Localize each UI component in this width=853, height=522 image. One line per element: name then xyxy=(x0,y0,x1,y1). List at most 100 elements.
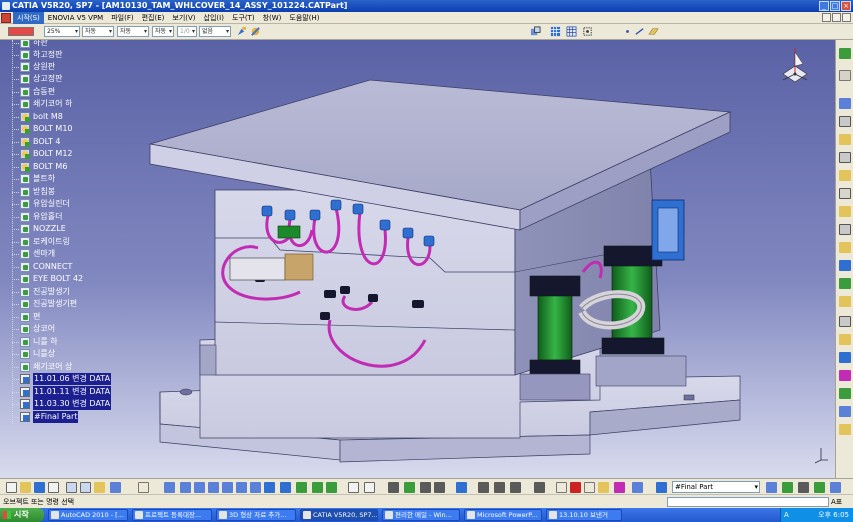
menu-window[interactable]: 창(W) xyxy=(259,12,286,24)
tree-item[interactable]: BOLT M6 xyxy=(12,161,152,173)
measure-icon[interactable] xyxy=(839,98,851,109)
ime-indicator[interactable]: A xyxy=(784,508,789,522)
shading-icon[interactable] xyxy=(296,482,307,493)
groove-icon[interactable] xyxy=(839,170,851,181)
start-button[interactable]: 시작 xyxy=(0,508,44,522)
rule-icon[interactable] xyxy=(570,482,581,493)
hide-show-icon[interactable] xyxy=(312,482,323,493)
table-icon[interactable] xyxy=(550,26,561,37)
fill-color-swatch[interactable] xyxy=(8,27,34,36)
boolean-icon[interactable] xyxy=(839,388,851,399)
measure-item-icon[interactable] xyxy=(494,482,505,493)
knowledge-icon[interactable] xyxy=(534,482,545,493)
line-weight-select[interactable]: 자동 xyxy=(82,26,114,37)
copy-icon[interactable] xyxy=(80,482,91,493)
chamfer-icon[interactable] xyxy=(839,260,851,271)
power-input-field[interactable] xyxy=(667,497,829,507)
tree-item[interactable]: 11.01.06 변경 DATA xyxy=(12,373,152,385)
menu-view[interactable]: 보기(V) xyxy=(168,12,199,24)
measure-inertia-icon[interactable] xyxy=(510,482,521,493)
tree-item[interactable]: 유압실린더 xyxy=(12,198,152,210)
multi-view-icon[interactable] xyxy=(264,482,275,493)
pocket-icon[interactable] xyxy=(839,134,851,145)
tree-item[interactable]: 편 xyxy=(12,311,152,323)
doc-minimize-button[interactable] xyxy=(822,13,831,22)
new-icon[interactable] xyxy=(6,482,17,493)
menu-edit[interactable]: 편집(E) xyxy=(138,12,169,24)
tree-item[interactable]: 니를상 xyxy=(12,348,152,360)
doc-restore-button[interactable] xyxy=(832,13,841,22)
tree-item[interactable]: 받침봉 xyxy=(12,186,152,198)
slot-icon[interactable] xyxy=(839,224,851,235)
menu-help[interactable]: 도움말(H) xyxy=(285,12,323,24)
tree-item[interactable]: 하판 xyxy=(12,40,152,49)
line-type-select[interactable]: 자동 xyxy=(117,26,149,37)
tree-item[interactable]: 진공발생기 xyxy=(12,286,152,298)
tree-item[interactable]: #Final Part xyxy=(12,411,152,423)
layer-value-select[interactable]: 1/0 xyxy=(177,26,197,37)
constraint-icon[interactable] xyxy=(420,482,431,493)
document-icon[interactable] xyxy=(1,13,11,23)
taskbar-item[interactable]: CATIA V5R20, SP7... xyxy=(300,509,378,521)
tree-item[interactable]: 하고정판 xyxy=(12,49,152,61)
tree-item[interactable]: BOLT M12 xyxy=(12,148,152,160)
tree-item[interactable]: 니를 하 xyxy=(12,336,152,348)
comment-icon[interactable] xyxy=(364,482,375,493)
tree-item[interactable]: 상원판 xyxy=(12,61,152,73)
taskbar-item[interactable]: 13.10.10 보낸거 xyxy=(546,509,622,521)
rib-icon[interactable] xyxy=(839,206,851,217)
point-symbol-select[interactable]: 자동 xyxy=(152,26,174,37)
fly-mode-icon[interactable] xyxy=(164,482,175,493)
point-icon[interactable] xyxy=(622,26,633,37)
tree-item[interactable]: 쇄기코어 상 xyxy=(12,361,152,373)
menu-enovia[interactable]: ENOVIA V5 VPM xyxy=(44,12,107,24)
compass-icon[interactable] xyxy=(775,44,815,100)
paste-icon[interactable] xyxy=(94,482,105,493)
line-icon[interactable] xyxy=(634,26,645,37)
save-icon[interactable] xyxy=(34,482,45,493)
tree-item[interactable]: 진공발생기편 xyxy=(12,298,152,310)
body-navigate-icon[interactable] xyxy=(766,482,777,493)
pan-icon[interactable] xyxy=(194,482,205,493)
remove-icon[interactable] xyxy=(830,482,841,493)
tree-item[interactable]: 유압홀더 xyxy=(12,211,152,223)
tree-item[interactable]: CONNECT xyxy=(12,261,152,273)
iso-view-icon[interactable] xyxy=(280,482,291,493)
taskbar-item[interactable]: AutoCAD 2010 - [... xyxy=(48,509,128,521)
thread-icon[interactable] xyxy=(839,406,851,417)
shell-icon[interactable] xyxy=(839,296,851,307)
sketcher-icon[interactable] xyxy=(839,48,851,59)
define-in-work-object-icon[interactable] xyxy=(656,482,667,493)
fit-all-icon[interactable] xyxy=(180,482,191,493)
draft-icon[interactable] xyxy=(839,278,851,289)
doc-close-button[interactable] xyxy=(842,13,851,22)
tree-item[interactable]: BOLT M10 xyxy=(12,123,152,135)
mirror-icon[interactable] xyxy=(839,352,851,363)
close-button[interactable]: × xyxy=(841,1,851,11)
grid-icon[interactable] xyxy=(566,26,577,37)
tree-item[interactable]: 습동편 xyxy=(12,86,152,98)
taskbar-item[interactable]: 3D 형상 자료 추가... xyxy=(216,509,296,521)
power-copy-icon[interactable] xyxy=(614,482,625,493)
taskbar-item[interactable]: 편리한 메일 - Win... xyxy=(382,509,460,521)
publication-icon[interactable] xyxy=(404,482,415,493)
menu-tools[interactable]: 도구(T) xyxy=(228,12,259,24)
tree-item[interactable]: 상코어 xyxy=(12,323,152,335)
formula-icon[interactable] xyxy=(348,482,359,493)
parameters-icon[interactable] xyxy=(556,482,567,493)
zoom-in-icon[interactable] xyxy=(222,482,233,493)
undo-icon[interactable] xyxy=(110,482,121,493)
transparency-select[interactable]: 25% xyxy=(44,26,80,37)
rotate-icon[interactable] xyxy=(208,482,219,493)
pattern-icon[interactable] xyxy=(839,370,851,381)
shaft-icon[interactable] xyxy=(839,152,851,163)
catalog-icon[interactable] xyxy=(388,482,399,493)
split-icon[interactable] xyxy=(839,334,851,345)
add-icon[interactable] xyxy=(814,482,825,493)
open-icon[interactable] xyxy=(20,482,31,493)
catia-app-icon[interactable] xyxy=(2,2,10,10)
cut-icon[interactable] xyxy=(66,482,77,493)
plane-icon[interactable] xyxy=(648,26,659,37)
analysis-icon[interactable] xyxy=(530,26,541,37)
clock[interactable]: 오후 6:05 xyxy=(818,508,849,522)
